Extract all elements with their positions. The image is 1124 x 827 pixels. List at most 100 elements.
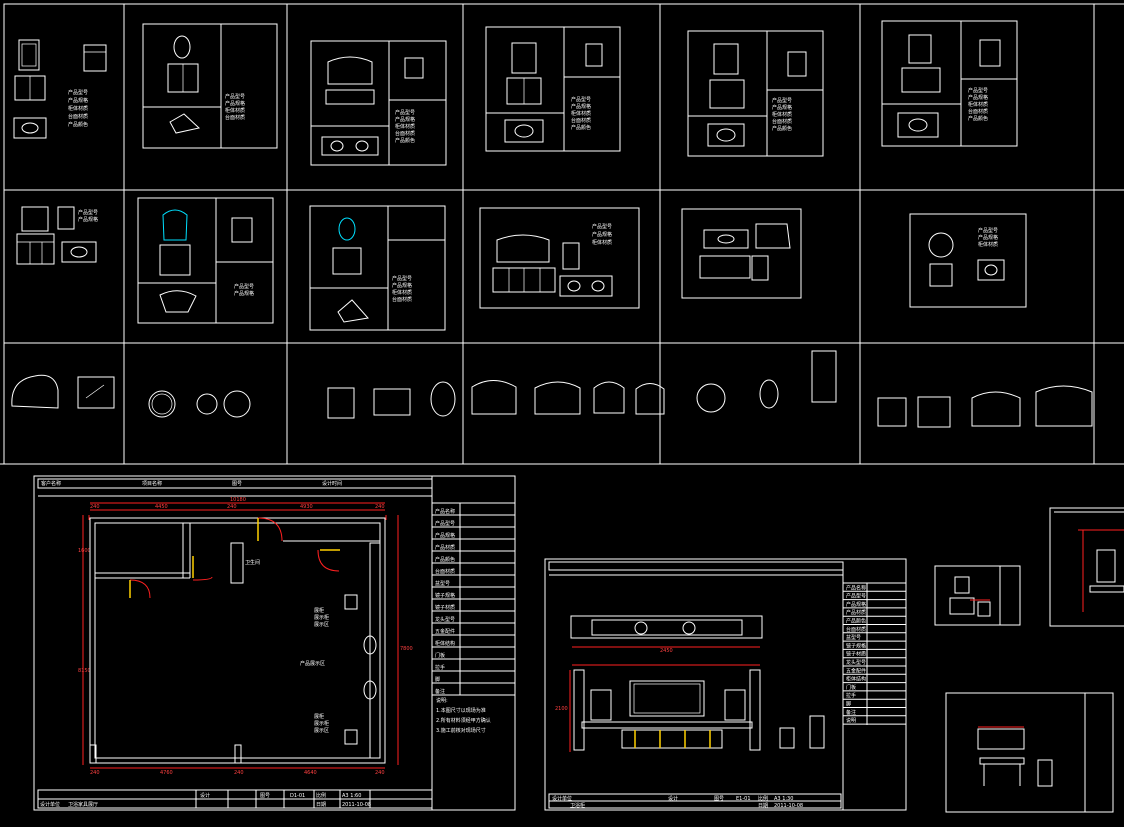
spec-line: 产品型号 [592,223,612,230]
footer-cell: 比例 [316,792,326,799]
elev-legend-label: 盆型号 [846,634,861,641]
plan-legend-label: 产品材质 [435,544,455,551]
elev-legend-label: 说明 [846,717,856,724]
vanity-card-4[interactable]: 产品型号 产品规格 柜体材质 台面材质 产品颜色 [485,26,621,152]
spec-line: 产品型号 [772,97,792,104]
spec-line: 产品型号 [968,87,988,94]
mirror-round[interactable] [223,390,251,418]
mirror-shapes-row [11,350,1093,428]
mirror-arched[interactable] [877,397,907,427]
plan-label: 展示柜 [314,720,329,727]
plan-legend-label: 产品名称 [435,508,455,515]
plan-legend-label: 龙头型号 [435,616,455,623]
vanity-card-9[interactable]: 产品型号 产品规格 柜体材质 台面材质 [309,205,446,331]
footer-cell: 日期 [758,803,768,809]
plan-legend-label: 台面材质 [435,568,455,575]
dim-label: 240 [90,770,100,776]
spec-line: 产品规格 [571,103,591,110]
plan-legend-label: 脚 [435,676,440,683]
elev-legend-label: 柜体结构 [846,676,866,683]
vanity-card-11[interactable] [681,208,802,299]
plan-label: 产品展示区 [300,660,325,667]
elev-legend-label: 拉手 [846,692,856,699]
title-cell: 项目名称 [142,480,162,487]
mirror-rect[interactable] [77,376,115,409]
mirror-oval[interactable] [430,381,456,417]
spec-line: 产品型号 [392,275,412,282]
plan-label: 展柜 [314,607,324,614]
note-line: 3.施工前核对现场尺寸 [436,727,486,734]
vanity-card-12[interactable]: 产品型号 产品规格 柜体材质 [909,213,1027,308]
mirror-arched[interactable] [917,396,951,428]
elev-legend-label: 镜子材质 [846,651,866,658]
elev-legend-label: 产品型号 [846,593,866,600]
elev-legend-label: 产品规格 [846,601,866,608]
footer-cell: 设计 [668,795,678,802]
dim-label: 8150 [78,668,91,674]
mirror-tall[interactable] [811,350,837,403]
dim-label: 10180 [230,497,246,503]
elev-legend-label: 五金配件 [846,667,866,674]
footer-cell: 2011-10-08 [342,802,371,808]
elev-legend-label: 门板 [846,684,856,691]
catalog-row-2: 产品型号 产品规格 产品型号 产品规格 产品型号 产品规格 柜体材质 台面材质 … [16,197,1027,331]
mini-sheet-3[interactable] [945,692,1114,813]
footer-cell: A3 1:30 [774,796,793,802]
spec-line: 柜体材质 [392,289,412,296]
note-line: 2.所有材料须经甲方确认 [436,717,491,724]
dim-label: 7800 [400,646,413,652]
plan-label: 展示区 [314,622,329,628]
dim-label: 4640 [304,770,317,776]
spec-line: 台面材质 [392,296,412,303]
mirror-crown[interactable] [534,381,581,415]
mini-sheet-1[interactable] [934,565,1021,626]
note-line: 说明: [436,697,448,704]
vanity-card-10[interactable]: 产品型号 产品规格 柜体材质 [479,207,640,309]
elev-legend-label: 龙头型号 [846,659,866,666]
vanity-set-7[interactable]: 产品型号 产品规格 [16,206,98,265]
spec-line: 产品颜色 [968,115,988,122]
mirror-crown[interactable] [593,381,625,414]
spec-line: 台面材质 [225,114,245,121]
spec-line: 产品颜色 [68,121,88,128]
mirror-round[interactable] [696,383,726,413]
plan-legend-label: 产品颜色 [435,556,455,563]
elev-legend-label: 脚 [846,701,851,708]
spec-line: 柜体材质 [68,105,88,112]
vanity-card-5[interactable]: 产品型号 产品规格 柜体材质 台面材质 产品颜色 [687,30,824,157]
spec-line: 产品型号 [978,227,998,234]
title-cell: 设计时间 [322,480,342,487]
footer-cell: 卫浴家具展厅 [68,801,98,808]
plan-label: 展柜 [314,713,324,720]
vanity-card-3[interactable]: 产品型号 产品规格 柜体材质 台面材质 产品颜色 [310,40,447,166]
vanity-card-8[interactable]: 产品型号 产品规格 [137,197,274,324]
footer-cell: 设计单位 [552,795,572,802]
spec-line: 柜体材质 [571,110,591,117]
mirror-arched[interactable] [327,387,355,419]
mirror-arched[interactable] [373,388,411,416]
mirror-crown[interactable] [471,380,517,415]
mirror-oval[interactable] [759,379,779,409]
vanity-set-1[interactable]: 产品型号 产品规格 柜体材质 台面材质 产品颜色 [13,39,107,139]
mirror-round[interactable] [196,393,218,415]
mirror-ornate[interactable] [11,374,59,409]
plan-legend-label: 拉手 [435,664,445,671]
footer-cell: 图号 [260,793,270,799]
plan-label: 展示柜 [314,614,329,621]
cad-drawing-canvas[interactable]: 产品型号 产品规格 柜体材质 台面材质 产品颜色 产品型号 产品规格 柜体材质 … [0,0,1124,827]
footer-cell: 卫浴柜 [570,802,585,809]
plan-legend-label: 五金配件 [435,628,455,635]
mirror-crown[interactable] [971,391,1021,427]
mirror-round[interactable] [148,390,176,418]
mini-sheet-2[interactable] [1049,507,1124,627]
spec-line: 产品颜色 [395,137,415,144]
dim-label: 240 [375,504,385,510]
vanity-card-6[interactable]: 产品型号 产品规格 柜体材质 台面材质 产品颜色 [881,20,1018,147]
spec-line: 产品颜色 [571,124,591,131]
mirror-crown[interactable] [1035,385,1093,427]
plan-legend-label: 柜体结构 [435,640,455,647]
dim-label: 4450 [155,504,168,510]
spec-line: 产品型号 [234,283,254,290]
vanity-card-2[interactable]: 产品型号 产品规格 柜体材质 台面材质 [142,23,278,149]
spec-line: 产品规格 [392,282,412,289]
